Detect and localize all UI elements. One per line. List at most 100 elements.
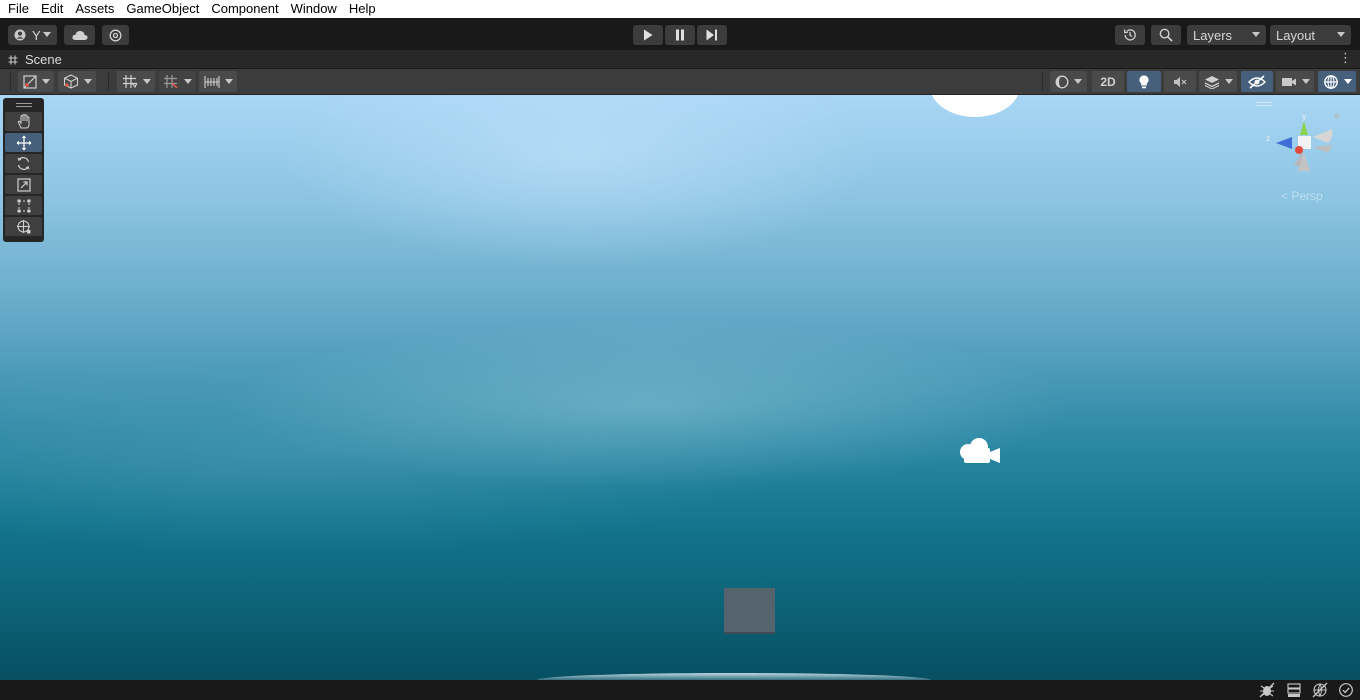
hand-icon: [17, 114, 29, 129]
gizmo-y-label: y: [1302, 112, 1307, 121]
transform-tool-button[interactable]: [5, 217, 42, 236]
step-button[interactable]: [697, 25, 727, 45]
perspective-label[interactable]: < Persp: [1281, 189, 1323, 203]
cache-server-icon[interactable]: [1286, 682, 1302, 698]
tab-scene[interactable]: Scene: [8, 51, 62, 68]
rotate-tool-button[interactable]: [5, 154, 42, 173]
camera-icon: [1281, 77, 1296, 86]
chevron-down-icon: [1074, 79, 1082, 84]
move-arrows-icon: [16, 135, 31, 150]
network-off-icon[interactable]: [1312, 682, 1328, 698]
account-label: Y: [32, 27, 41, 43]
lightbulb-icon: [1139, 74, 1149, 88]
step-icon: [706, 29, 717, 41]
cloud-icon: [71, 31, 88, 40]
chevron-down-icon: [224, 79, 233, 84]
scale-icon: [16, 177, 31, 192]
menu-component[interactable]: Component: [205, 0, 284, 18]
gizmo-z-label: z: [1266, 134, 1270, 143]
chevron-down-icon: [1252, 32, 1260, 37]
cube-icon: [63, 74, 78, 89]
chevron-down-icon: [1224, 79, 1233, 84]
ground-horizon: [537, 673, 931, 680]
gizmos-dropdown[interactable]: [1318, 71, 1356, 92]
layers-dropdown[interactable]: Layers: [1187, 25, 1266, 45]
hand-tool-button[interactable]: [5, 112, 42, 131]
palette-grip[interactable]: [16, 103, 32, 104]
audio-toggle-button[interactable]: [1164, 71, 1196, 92]
search-button[interactable]: [1151, 25, 1181, 45]
camera-settings-dropdown[interactable]: [1276, 71, 1314, 92]
pivot-icon: [22, 74, 37, 89]
debug-bug-icon[interactable]: [1259, 682, 1275, 698]
chevron-down-icon: [1343, 79, 1352, 84]
check-circle-icon[interactable]: [1338, 682, 1354, 698]
audio-mute-icon: [1174, 76, 1187, 87]
hidden-objects-toggle-button[interactable]: [1241, 71, 1273, 92]
toolbar-separator: [1042, 73, 1043, 90]
grid-snap-icon: [122, 75, 138, 89]
effects-layers-icon: [1204, 75, 1219, 89]
play-button[interactable]: [633, 25, 663, 45]
move-tool-button[interactable]: [5, 133, 42, 152]
chevron-down-icon: [183, 79, 192, 84]
orientation-gizmo-icon[interactable]: y z: [1258, 109, 1342, 181]
shading-sphere-icon: [1055, 75, 1069, 88]
tool-palette: [3, 98, 44, 242]
scene-tab-label: Scene: [25, 52, 62, 67]
gizmo-grip[interactable]: [1256, 102, 1272, 103]
layout-dropdown[interactable]: Layout: [1270, 25, 1351, 45]
menu-file[interactable]: File: [0, 0, 35, 18]
services-button[interactable]: [102, 25, 129, 45]
scene-view-toolbar: 2D: [0, 69, 1360, 95]
grid-snapping-dropdown[interactable]: [117, 71, 155, 92]
chevron-down-icon: [43, 32, 51, 37]
scene-viewport[interactable]: y z < Persp: [0, 95, 1360, 680]
ruler-icon: [203, 75, 220, 88]
sun-disc: [930, 95, 1020, 117]
search-icon: [1159, 28, 1173, 42]
chevron-down-icon: [142, 79, 151, 84]
gizmos-globe-icon: [1323, 74, 1338, 89]
rect-transform-icon: [17, 199, 30, 212]
global-local-dropdown[interactable]: [58, 71, 96, 92]
incremental-snap-dropdown[interactable]: [159, 71, 195, 92]
chevron-down-icon: [1337, 32, 1345, 37]
history-icon: [1123, 29, 1136, 41]
tool-handle-dropdown[interactable]: [18, 71, 54, 92]
cloud-button[interactable]: [64, 25, 95, 45]
menu-gameobject[interactable]: GameObject: [120, 0, 205, 18]
rect-tool-button[interactable]: [5, 196, 42, 215]
layers-label: Layers: [1193, 27, 1233, 43]
effects-dropdown[interactable]: [1199, 71, 1237, 92]
ruler-dropdown[interactable]: [199, 71, 237, 92]
chevron-down-icon: [83, 79, 92, 84]
lighting-toggle-button[interactable]: [1127, 71, 1161, 92]
toolbar-separator: [108, 73, 109, 90]
menu-window[interactable]: Window: [285, 0, 343, 18]
cube-object[interactable]: [724, 588, 775, 634]
shading-mode-dropdown[interactable]: [1050, 71, 1087, 92]
toolbar-separator: [10, 73, 11, 90]
main-toolbar: Y Layers Layout: [0, 18, 1360, 50]
chevron-down-icon: [1301, 79, 1310, 84]
2d-toggle-button[interactable]: 2D: [1092, 71, 1124, 92]
transform-icon: [17, 220, 31, 234]
kebab-menu-icon[interactable]: ⋮: [1339, 51, 1352, 67]
history-button[interactable]: [1115, 25, 1145, 45]
menu-edit[interactable]: Edit: [35, 0, 69, 18]
scale-tool-button[interactable]: [5, 175, 42, 194]
camera-gizmo-icon[interactable]: [958, 435, 1002, 467]
play-icon: [644, 29, 653, 41]
status-bar: [0, 680, 1360, 700]
chevron-down-icon: [41, 79, 50, 84]
menu-assets[interactable]: Assets: [69, 0, 120, 18]
rotate-icon: [17, 157, 30, 170]
pause-button[interactable]: [665, 25, 695, 45]
account-icon: [14, 29, 26, 41]
services-icon: [109, 29, 122, 41]
account-dropdown[interactable]: Y: [8, 25, 57, 45]
menu-bar: File Edit Assets GameObject Component Wi…: [0, 0, 1360, 18]
scene-icon: [8, 55, 18, 64]
menu-help[interactable]: Help: [343, 0, 382, 18]
